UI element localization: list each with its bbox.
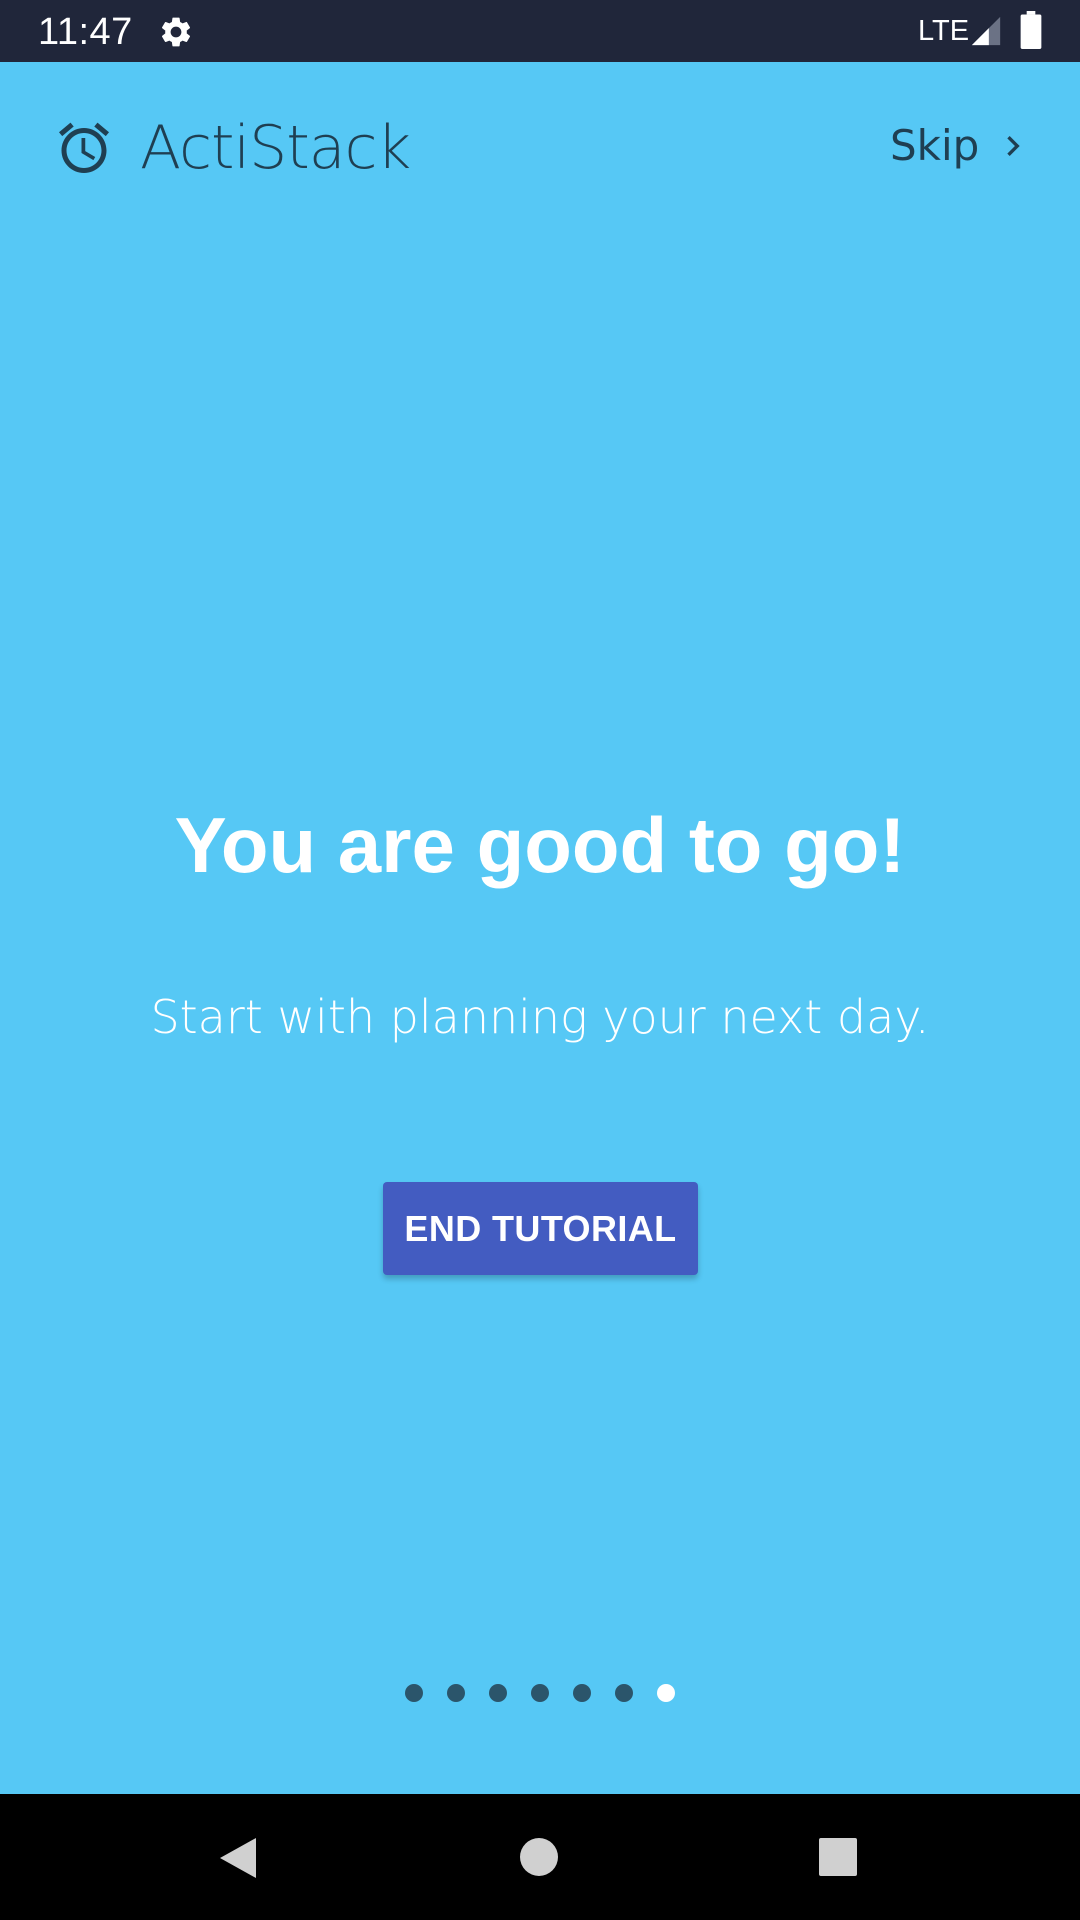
- battery-icon: [1020, 11, 1042, 49]
- home-icon[interactable]: [519, 1837, 559, 1877]
- subtitle: Start with planning your next day.: [150, 990, 930, 1044]
- page-dot: [405, 1684, 423, 1702]
- back-icon[interactable]: [216, 1834, 260, 1882]
- app-title: ActiStack: [140, 113, 411, 183]
- navigation-bar: [0, 1794, 1080, 1920]
- end-tutorial-button[interactable]: END TUTORIAL: [383, 1182, 698, 1275]
- page-indicator: [405, 1684, 675, 1704]
- status-time: 11:47: [38, 11, 133, 53]
- page-dot: [615, 1684, 633, 1702]
- headline: You are good to go!: [174, 801, 906, 889]
- page-dot: [489, 1684, 507, 1702]
- skip-label: Skip: [890, 121, 980, 170]
- skip-button[interactable]: Skip: [890, 114, 1033, 178]
- page-dot: [531, 1684, 549, 1702]
- status-bar: 11:47 LTE: [0, 0, 1080, 62]
- alarm-clock-icon: [59, 122, 109, 173]
- chevron-right-icon: [1007, 136, 1020, 156]
- page-dot-active: [657, 1684, 675, 1702]
- gear-icon: [161, 17, 191, 47]
- network-type-label: LTE: [918, 15, 970, 47]
- recents-icon[interactable]: [818, 1837, 858, 1877]
- page-dot: [447, 1684, 465, 1702]
- signal-icon: [971, 16, 1001, 46]
- page-dot: [573, 1684, 591, 1702]
